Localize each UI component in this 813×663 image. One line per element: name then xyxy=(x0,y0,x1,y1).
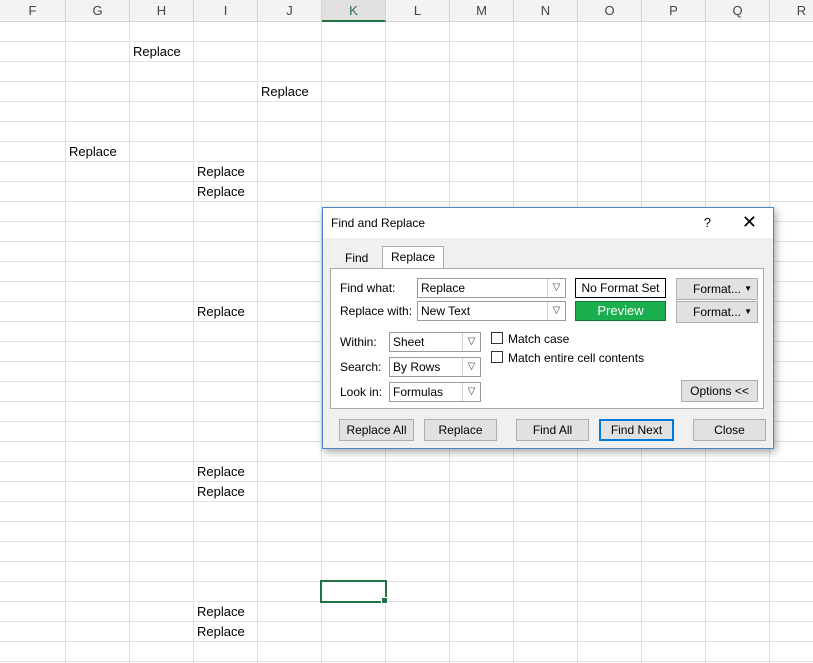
replace-with-input[interactable]: New Text ▽ xyxy=(417,301,566,321)
gridline xyxy=(0,641,813,642)
look-in-value: Formulas xyxy=(393,385,444,399)
dialog-title: Find and Replace xyxy=(331,216,426,230)
gridline xyxy=(0,561,813,562)
match-entire-checkbox[interactable] xyxy=(491,351,503,363)
search-select[interactable]: By Rows ▽ xyxy=(389,357,481,377)
cell-i9[interactable]: Replace xyxy=(194,162,245,181)
tab-find-label: Find xyxy=(345,251,369,265)
find-replace-dialog: Find and Replace ? ✕ Find Replace Find w… xyxy=(322,207,774,449)
column-header-n[interactable]: N xyxy=(514,0,578,22)
chevron-down-icon[interactable]: ▽ xyxy=(462,358,480,376)
gridline xyxy=(0,521,813,522)
replace-format-preview: Preview xyxy=(575,301,666,321)
gridline xyxy=(257,22,258,663)
within-select[interactable]: Sheet ▽ xyxy=(389,332,481,352)
gridline xyxy=(0,201,813,202)
cell-j5[interactable]: Replace xyxy=(258,82,309,101)
gridline xyxy=(0,501,813,502)
find-what-value: Replace xyxy=(421,281,466,295)
column-header-f[interactable]: F xyxy=(0,0,66,22)
gridline xyxy=(0,181,813,182)
replace-format-button[interactable]: Format... ▼ xyxy=(676,301,758,323)
dropdown-arrow-icon: ▼ xyxy=(744,284,752,293)
match-case-checkbox[interactable] xyxy=(491,332,503,344)
replace-all-button[interactable]: Replace All xyxy=(339,419,414,441)
gridline xyxy=(0,601,813,602)
column-header-m[interactable]: M xyxy=(450,0,514,22)
column-header-q[interactable]: Q xyxy=(706,0,770,22)
cell-i25[interactable]: Replace xyxy=(194,482,245,501)
chevron-down-icon[interactable]: ▽ xyxy=(462,333,480,351)
cell-i16[interactable]: Replace xyxy=(194,302,245,321)
gridline xyxy=(0,481,813,482)
column-header-i[interactable]: I xyxy=(194,0,258,22)
replace-with-value: New Text xyxy=(421,304,471,318)
dialog-titlebar[interactable]: Find and Replace ? ✕ xyxy=(323,208,773,238)
cell-i10[interactable]: Replace xyxy=(194,182,245,201)
replace-format-label: Format... xyxy=(692,305,741,319)
find-format-label: Format... xyxy=(692,282,741,296)
replace-panel: Find what: Replace ▽ No Format Set Forma… xyxy=(330,268,764,409)
look-in-label: Look in: xyxy=(340,385,383,399)
tab-find[interactable]: Find xyxy=(337,248,376,268)
tab-replace[interactable]: Replace xyxy=(382,246,445,270)
gridline xyxy=(65,22,66,663)
column-header-r[interactable]: R xyxy=(770,0,813,22)
gridline xyxy=(0,101,813,102)
look-in-select[interactable]: Formulas ▽ xyxy=(389,382,481,402)
gridline xyxy=(0,541,813,542)
column-header-p[interactable]: P xyxy=(642,0,706,22)
cell-i32[interactable]: Replace xyxy=(194,622,245,641)
gridline xyxy=(0,121,813,122)
gridline xyxy=(0,661,813,662)
cell-i24[interactable]: Replace xyxy=(194,462,245,481)
find-all-button[interactable]: Find All xyxy=(516,419,589,441)
find-next-button[interactable]: Find Next xyxy=(599,419,674,441)
close-button[interactable]: Close xyxy=(693,419,766,441)
replace-with-label: Replace with: xyxy=(340,304,413,318)
gridline xyxy=(0,581,813,582)
gridline xyxy=(0,81,813,82)
gridline xyxy=(129,22,130,663)
find-what-input[interactable]: Replace ▽ xyxy=(417,278,566,298)
help-button[interactable]: ? xyxy=(704,215,711,230)
options-button[interactable]: Options << xyxy=(681,380,758,402)
within-label: Within: xyxy=(340,335,377,349)
chevron-down-icon[interactable]: ▽ xyxy=(462,383,480,401)
replace-button[interactable]: Replace xyxy=(424,419,497,441)
gridline xyxy=(0,61,813,62)
fill-handle[interactable] xyxy=(381,597,388,604)
cell-g8[interactable]: Replace xyxy=(66,142,117,161)
chevron-down-icon[interactable]: ▽ xyxy=(547,302,565,320)
gridline xyxy=(0,161,813,162)
chevron-down-icon[interactable]: ▽ xyxy=(547,279,565,297)
active-cell-selection[interactable] xyxy=(320,580,388,604)
gridline xyxy=(0,141,813,142)
column-header-j[interactable]: J xyxy=(258,0,322,22)
gridline xyxy=(193,22,194,663)
column-header-o[interactable]: O xyxy=(578,0,642,22)
dropdown-arrow-icon: ▼ xyxy=(744,307,752,316)
search-value: By Rows xyxy=(393,360,441,374)
match-entire-label[interactable]: Match entire cell contents xyxy=(508,351,644,365)
within-value: Sheet xyxy=(393,335,425,349)
close-icon[interactable]: ✕ xyxy=(742,212,757,232)
find-format-status: No Format Set xyxy=(575,278,666,298)
column-header-h[interactable]: H xyxy=(130,0,194,22)
find-what-label: Find what: xyxy=(340,281,396,295)
find-format-button[interactable]: Format... ▼ xyxy=(676,278,758,300)
match-case-label[interactable]: Match case xyxy=(508,332,569,346)
gridline xyxy=(0,461,813,462)
column-header-g[interactable]: G xyxy=(66,0,130,22)
gridline xyxy=(0,621,813,622)
tab-replace-label: Replace xyxy=(391,250,436,264)
gridline xyxy=(0,41,813,42)
column-header-k[interactable]: K xyxy=(322,0,386,22)
column-header-l[interactable]: L xyxy=(386,0,450,22)
cell-h3[interactable]: Replace xyxy=(130,42,181,61)
search-label: Search: xyxy=(340,360,382,374)
cell-i31[interactable]: Replace xyxy=(194,602,245,621)
